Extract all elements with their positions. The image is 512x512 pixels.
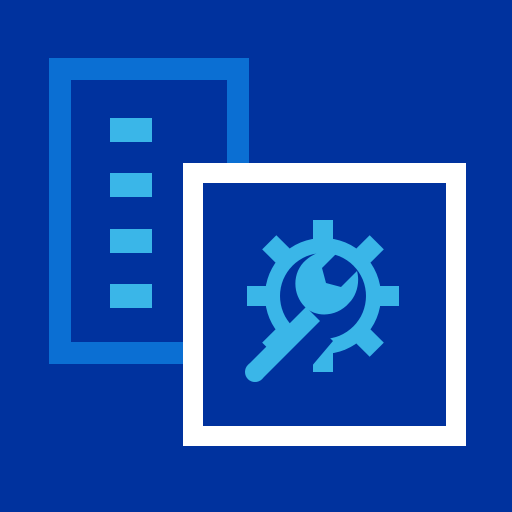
app-icon	[0, 0, 512, 512]
app-icon-graphic	[0, 0, 512, 512]
gear-icon	[0, 0, 512, 512]
